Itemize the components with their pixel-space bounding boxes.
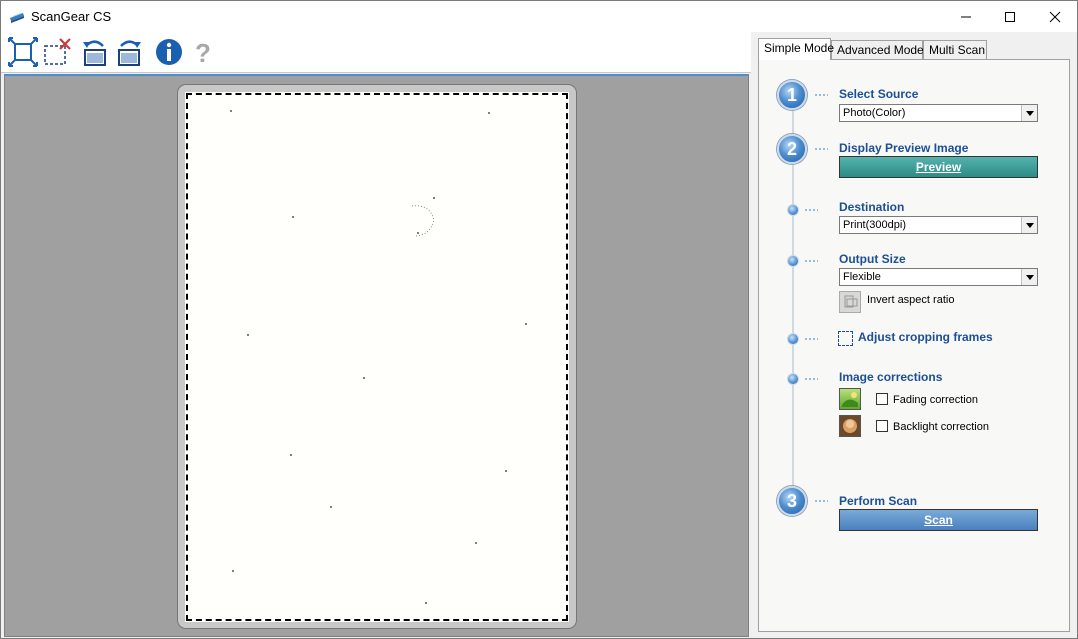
rotate-right-button[interactable] bbox=[113, 36, 145, 68]
fading-correction-icon bbox=[839, 388, 861, 410]
fading-correction-label: Fading correction bbox=[893, 394, 978, 406]
preview-button[interactable]: Preview bbox=[839, 156, 1038, 178]
toolbar-separator bbox=[149, 38, 150, 68]
step-3-badge: 3 bbox=[777, 486, 807, 516]
display-preview-label: Display Preview Image bbox=[839, 141, 969, 155]
output-size-value: Flexible bbox=[843, 271, 881, 283]
tab-multi-scan[interactable]: Multi Scan bbox=[923, 40, 987, 59]
corrections-dot bbox=[787, 373, 799, 385]
remove-crop-icon bbox=[44, 38, 71, 65]
step-dots bbox=[804, 209, 818, 211]
tab-advanced-mode[interactable]: Advanced Mode bbox=[831, 40, 924, 59]
destination-label: Destination bbox=[839, 200, 905, 214]
info-button[interactable] bbox=[153, 36, 185, 68]
destination-dot bbox=[787, 204, 799, 216]
output-size-dot bbox=[787, 255, 799, 267]
maximize-button[interactable] bbox=[987, 1, 1033, 32]
minimize-icon bbox=[961, 16, 971, 17]
title-bar: ScanGear CS bbox=[1, 1, 1077, 32]
select-source-dropdown[interactable]: Photo(Color) bbox=[839, 104, 1038, 122]
auto-crop-button[interactable] bbox=[7, 36, 39, 68]
simple-mode-panel: 1 Select Source Photo(Color) 2 Display P… bbox=[758, 59, 1070, 632]
svg-text:?: ? bbox=[195, 38, 211, 68]
backlight-correction-checkbox[interactable] bbox=[876, 420, 888, 432]
scan-button[interactable]: Scan bbox=[839, 509, 1038, 531]
crop-frame-icon bbox=[838, 331, 853, 346]
destination-value: Print(300dpi) bbox=[843, 219, 906, 231]
close-button[interactable] bbox=[1032, 1, 1078, 32]
chevron-down-icon bbox=[1021, 217, 1037, 233]
close-icon bbox=[1049, 11, 1061, 22]
tab-simple-mode[interactable]: Simple Mode bbox=[758, 38, 834, 60]
preview-area[interactable] bbox=[4, 74, 749, 637]
select-source-label: Select Source bbox=[839, 87, 919, 101]
step-dots bbox=[814, 148, 828, 150]
step-dots bbox=[814, 94, 828, 96]
scanner-platen bbox=[177, 84, 577, 629]
maximize-icon bbox=[1005, 11, 1015, 22]
step-connector-line bbox=[792, 108, 794, 508]
help-icon: ? bbox=[195, 38, 211, 68]
remove-crop-button[interactable] bbox=[41, 36, 73, 68]
window-title: ScanGear CS bbox=[31, 9, 112, 24]
toolbar-separator bbox=[77, 38, 78, 68]
invert-aspect-ratio-label: Invert aspect ratio bbox=[867, 294, 955, 306]
rotate-left-button[interactable] bbox=[79, 36, 111, 68]
rotate-left-icon bbox=[83, 40, 106, 66]
perform-scan-label: Perform Scan bbox=[839, 494, 918, 508]
backlight-correction-icon bbox=[839, 415, 861, 437]
backlight-correction-label: Backlight correction bbox=[893, 421, 989, 433]
chevron-down-icon bbox=[1021, 105, 1037, 121]
step-dots bbox=[804, 378, 818, 380]
help-button[interactable]: ? bbox=[187, 36, 219, 68]
step-dots bbox=[814, 500, 828, 502]
step-dots bbox=[804, 260, 818, 262]
output-size-label: Output Size bbox=[839, 252, 906, 266]
toolbar: ? bbox=[1, 32, 751, 73]
fading-correction-checkbox[interactable] bbox=[876, 393, 888, 405]
output-size-dropdown[interactable]: Flexible bbox=[839, 268, 1038, 286]
step-dots bbox=[804, 338, 818, 340]
chevron-down-icon bbox=[1021, 269, 1037, 285]
scanner-app-icon bbox=[9, 9, 25, 25]
info-icon bbox=[156, 39, 182, 65]
step-2-badge: 2 bbox=[777, 134, 807, 164]
rotate-right-icon bbox=[118, 40, 141, 66]
destination-dropdown[interactable]: Print(300dpi) bbox=[839, 216, 1038, 234]
scangear-window: ScanGear CS ? Simple Mode Advanced Mode … bbox=[0, 0, 1078, 639]
image-corrections-label: Image corrections bbox=[839, 370, 943, 384]
aspect-ratio-icon bbox=[844, 295, 858, 308]
crop-dot bbox=[787, 333, 799, 345]
auto-crop-icon bbox=[8, 37, 38, 67]
step-1-badge: 1 bbox=[777, 80, 807, 110]
select-source-value: Photo(Color) bbox=[843, 107, 906, 119]
cropping-frame[interactable] bbox=[186, 93, 568, 621]
adjust-cropping-frames-link[interactable]: Adjust cropping frames bbox=[858, 330, 993, 344]
invert-aspect-ratio-button[interactable] bbox=[839, 291, 861, 313]
minimize-button[interactable] bbox=[943, 1, 989, 32]
